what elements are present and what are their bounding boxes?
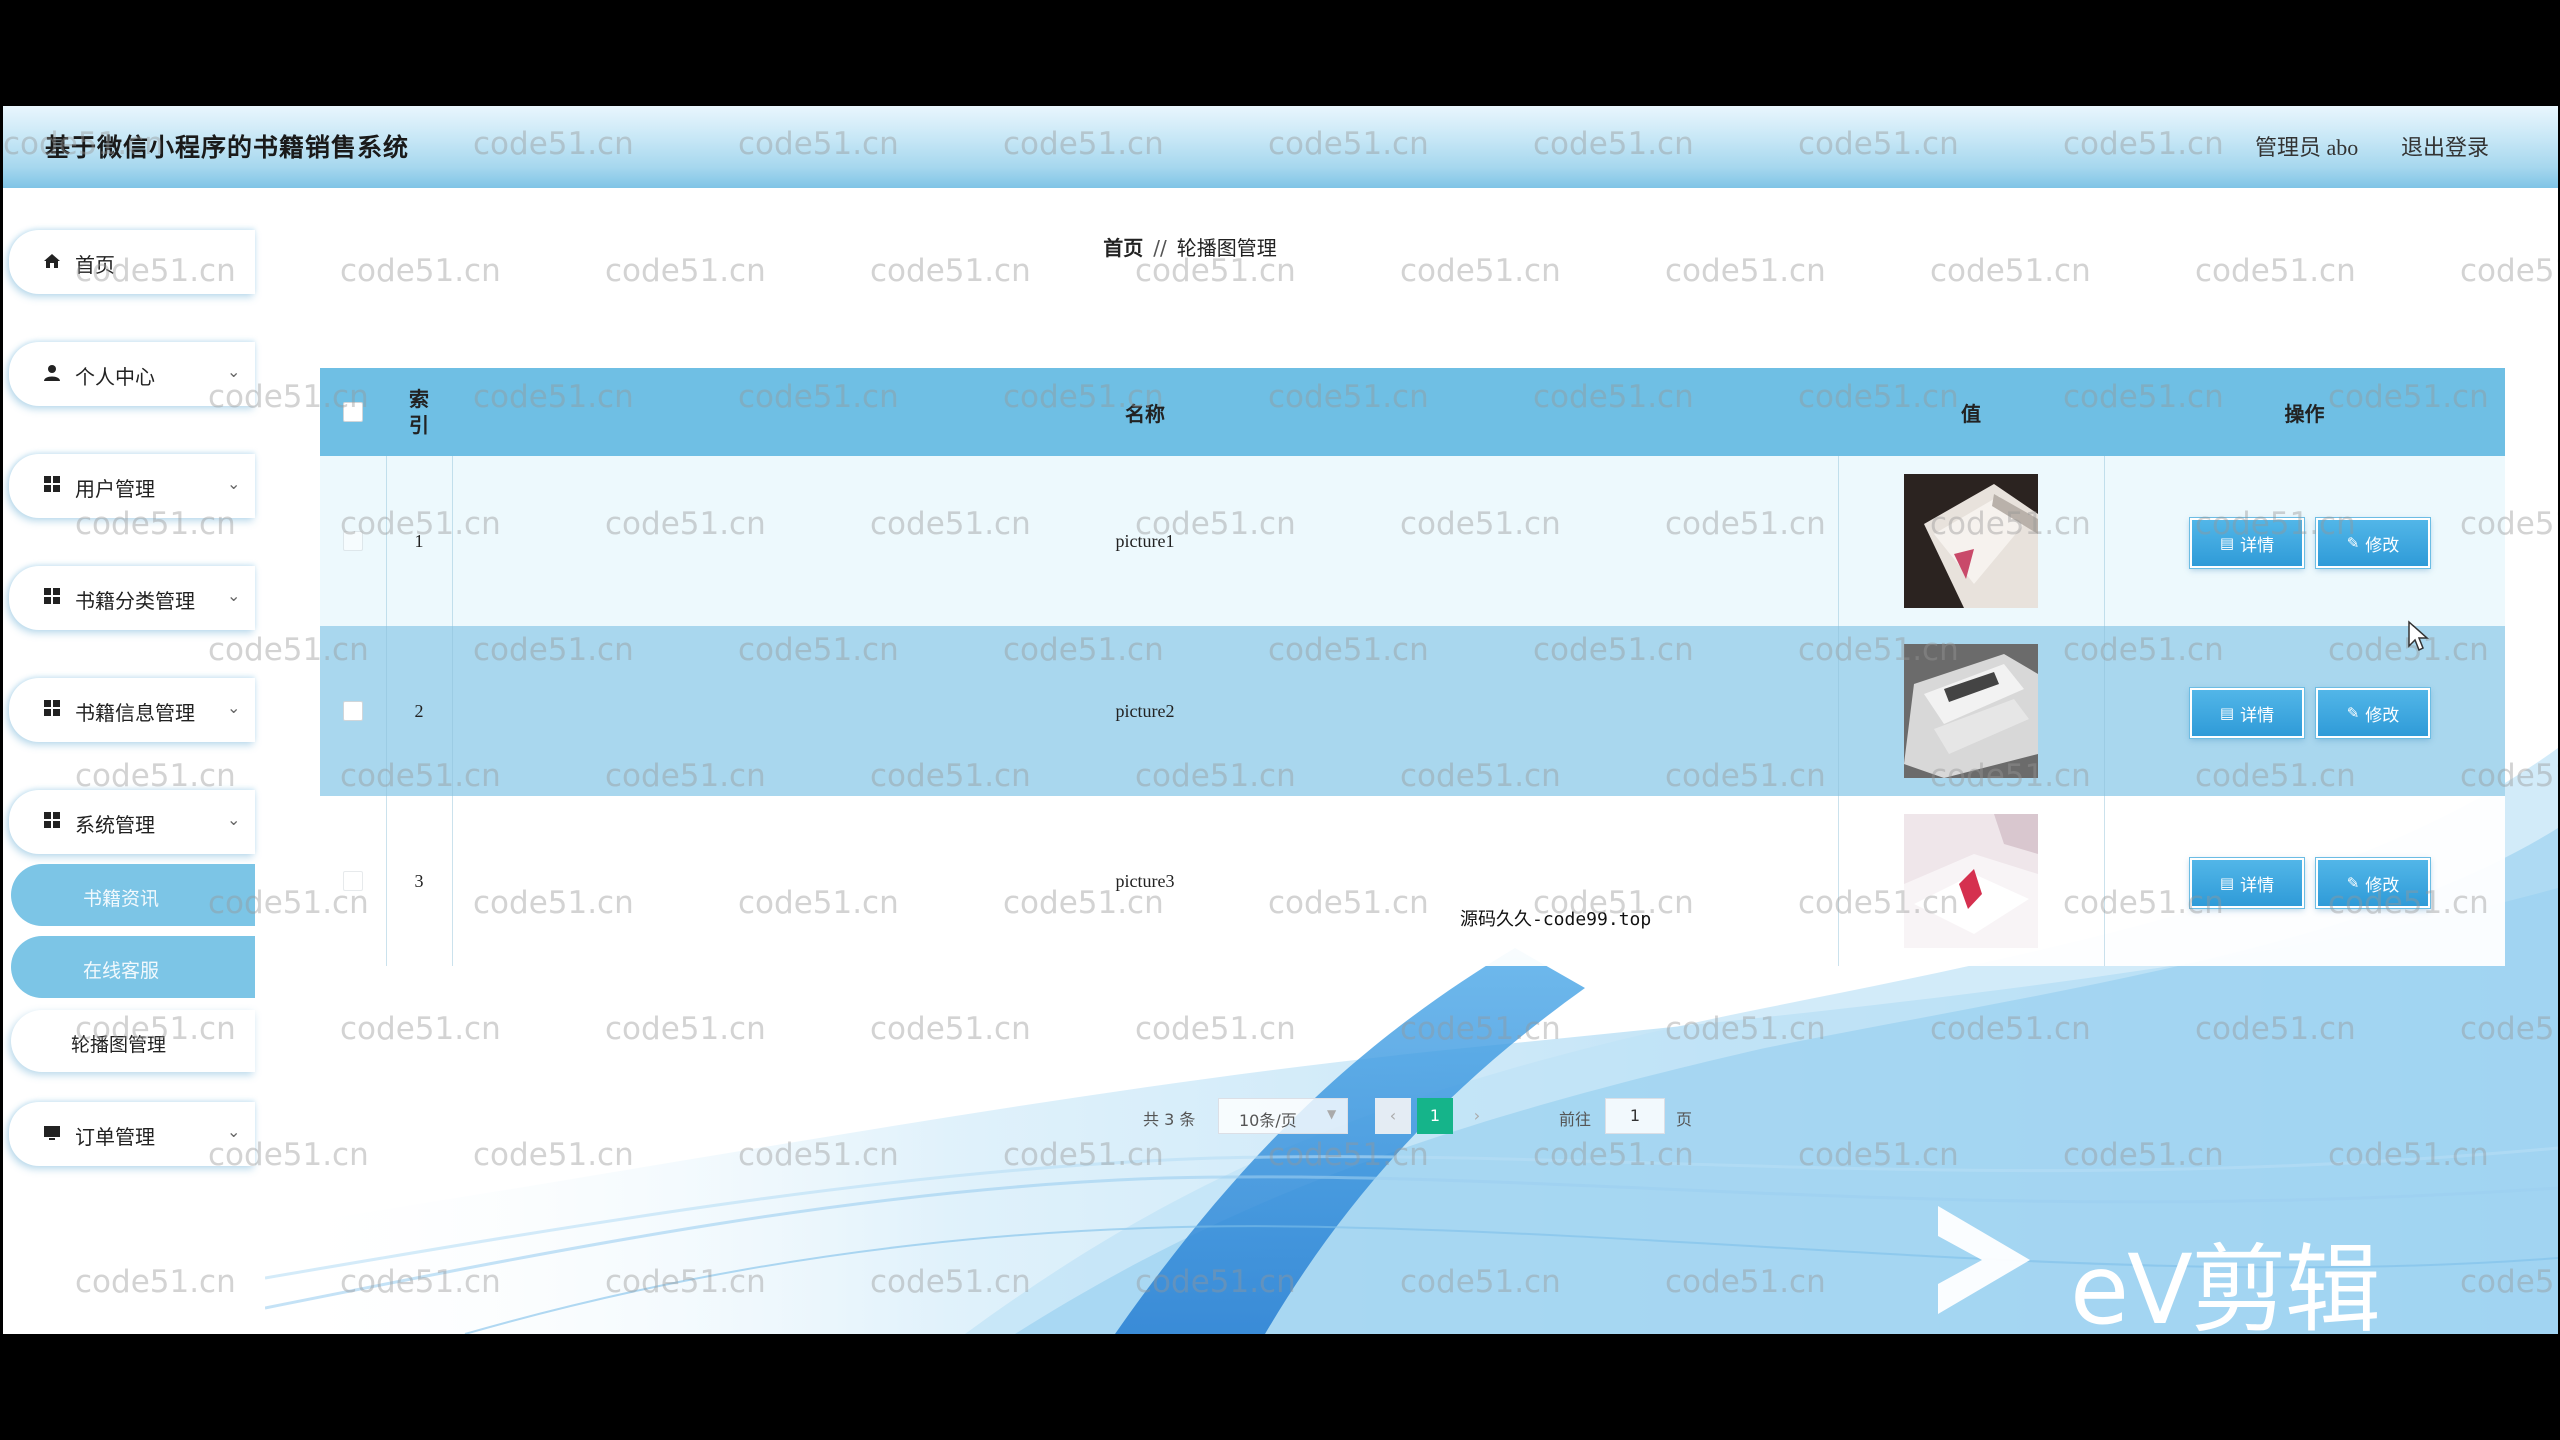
select-all-checkbox[interactable] [343,402,363,422]
detail-button[interactable]: ▤ 详情 [2190,518,2304,568]
row-name: picture2 [1115,700,1175,721]
carousel-image-thumbnail[interactable] [1904,474,2038,608]
sidebar-item-book-category[interactable]: 书籍分类管理 ⌄ [9,566,255,630]
pencil-icon: ✎ [2346,874,2360,892]
document-icon: ▤ [2219,874,2235,892]
sidebar-item-label: 书籍分类管理 [75,589,195,613]
sidebar-subitem-label: 书籍资讯 [83,888,160,910]
sidebar-item-system-management[interactable]: 系统管理 ⌄ [9,790,255,854]
column-value: 值 [1961,401,1981,426]
table-row: 3 picture3 ▤ 详情 ✎ 修改 [320,796,2505,966]
overlay-watermark-text: 源码久久-code99.top [1460,909,1652,930]
edit-button[interactable]: ✎ 修改 [2316,688,2430,738]
sidebar-item-personal-center[interactable]: 个人中心 ⌄ [9,342,255,406]
sidebar-item-label: 用户管理 [75,477,155,501]
row-name: picture3 [1115,870,1175,891]
prev-page-button[interactable]: ‹ [1375,1098,1411,1134]
row-checkbox[interactable] [343,701,363,721]
page-unit-label: 页 [1676,1110,1693,1129]
sidebar-item-label: 系统管理 [75,813,155,837]
sidebar-subitem-label: 轮播图管理 [71,1034,167,1056]
table-row: 1 picture1 ▤ 详情 ✎ 修改 [320,456,2505,626]
main-content: 首页 // 轮播图管理 索引 名称 值 操作 1 picture1 ▤ 详情 ✎ 修… [265,188,2558,1334]
sidebar-subitem-carousel-management[interactable]: 轮播图管理 [11,1010,255,1072]
mouse-cursor-icon [2408,620,2429,652]
pagination: 共 3 条 10条/页 ▼ ‹ 1 › 前往 1 页 [265,1096,2558,1136]
carousel-image-thumbnail[interactable] [1904,644,2038,778]
pagination-total: 共 3 条 [1143,1110,1196,1129]
admin-user-label: 管理员 abo [2255,135,2359,160]
table-row: 2 picture2 ▤ 详情 ✎ 修改 [320,626,2505,796]
row-index: 2 [414,700,424,721]
goto-label: 前往 [1559,1110,1592,1129]
ev-play-logo-icon [1938,1206,2030,1314]
grid-icon [44,700,60,716]
edit-button[interactable]: ✎ 修改 [2316,518,2430,568]
grid-icon [44,476,60,492]
user-icon [43,364,61,382]
chevron-down-icon: ▼ [1327,1107,1337,1121]
pencil-icon: ✎ [2346,704,2360,722]
row-checkbox[interactable] [343,531,363,551]
chevron-down-icon: ⌄ [227,698,241,717]
breadcrumb-home[interactable]: 首页 [1103,236,1143,260]
row-checkbox[interactable] [343,871,363,891]
document-icon: ▤ [2219,534,2235,552]
screen: 基于微信小程序的书籍销售系统 管理员 abo 退出登录 首页 个人中心 ⌄ 用户… [0,0,2560,1440]
table-header: 索引 名称 值 操作 [320,368,2505,456]
document-icon: ▤ [2219,704,2235,722]
row-index: 3 [414,870,424,891]
pencil-icon: ✎ [2346,534,2360,552]
app-window: 基于微信小程序的书籍销售系统 管理员 abo 退出登录 首页 个人中心 ⌄ 用户… [3,106,2558,1334]
sidebar: 首页 个人中心 ⌄ 用户管理 ⌄ 书籍分类管理 ⌄ 书籍信息管理 ⌄ 系统管理 … [3,188,265,1334]
column-actions: 操作 [2284,401,2325,426]
sidebar-item-label: 首页 [75,253,115,277]
sidebar-subitem-book-news[interactable]: 书籍资讯 [11,864,255,926]
header-checkbox-cell [320,368,386,456]
chevron-down-icon: ⌄ [227,810,241,829]
sidebar-item-book-info[interactable]: 书籍信息管理 ⌄ [9,678,255,742]
column-name: 名称 [1125,401,1165,426]
chevron-down-icon: ⌄ [227,586,241,605]
sidebar-item-order-management[interactable]: 订单管理 ⌄ [9,1102,255,1166]
sidebar-item-label: 订单管理 [75,1125,155,1149]
breadcrumb-current: 轮播图管理 [1176,236,1277,260]
grid-icon [44,588,60,604]
logout-link[interactable]: 退出登录 [2401,130,2489,162]
sidebar-item-home[interactable]: 首页 [9,230,255,294]
sidebar-item-label: 个人中心 [75,365,155,389]
sidebar-item-label: 书籍信息管理 [75,701,195,725]
next-page-button[interactable]: › [1459,1098,1495,1134]
column-index: 索引 [409,387,429,437]
breadcrumb: 首页 // 轮播图管理 [265,232,2115,261]
monitor-icon [43,1124,61,1142]
edit-button[interactable]: ✎ 修改 [2316,858,2430,908]
chevron-down-icon: ⌄ [227,1122,241,1141]
chevron-down-icon: ⌄ [227,362,241,381]
ev-editor-logo-text: eV剪辑 [2070,1234,2381,1346]
home-icon [43,252,61,270]
row-name: picture1 [1115,530,1175,551]
page-size-select[interactable]: 10条/页 ▼ [1218,1098,1348,1134]
app-title: 基于微信小程序的书籍销售系统 [45,135,410,162]
sidebar-subitem-online-service[interactable]: 在线客服 [11,936,255,998]
goto-page-input[interactable]: 1 [1605,1098,1665,1134]
page-number-button[interactable]: 1 [1417,1098,1453,1134]
grid-icon [44,812,60,828]
breadcrumb-separator: // [1153,236,1167,260]
carousel-image-thumbnail[interactable] [1904,814,2038,948]
chevron-down-icon: ⌄ [227,474,241,493]
row-index: 1 [414,530,424,551]
detail-button[interactable]: ▤ 详情 [2190,858,2304,908]
top-header: 基于微信小程序的书籍销售系统 管理员 abo 退出登录 [3,106,2558,188]
detail-button[interactable]: ▤ 详情 [2190,688,2304,738]
sidebar-item-user-management[interactable]: 用户管理 ⌄ [9,454,255,518]
sidebar-subitem-label: 在线客服 [83,960,160,982]
